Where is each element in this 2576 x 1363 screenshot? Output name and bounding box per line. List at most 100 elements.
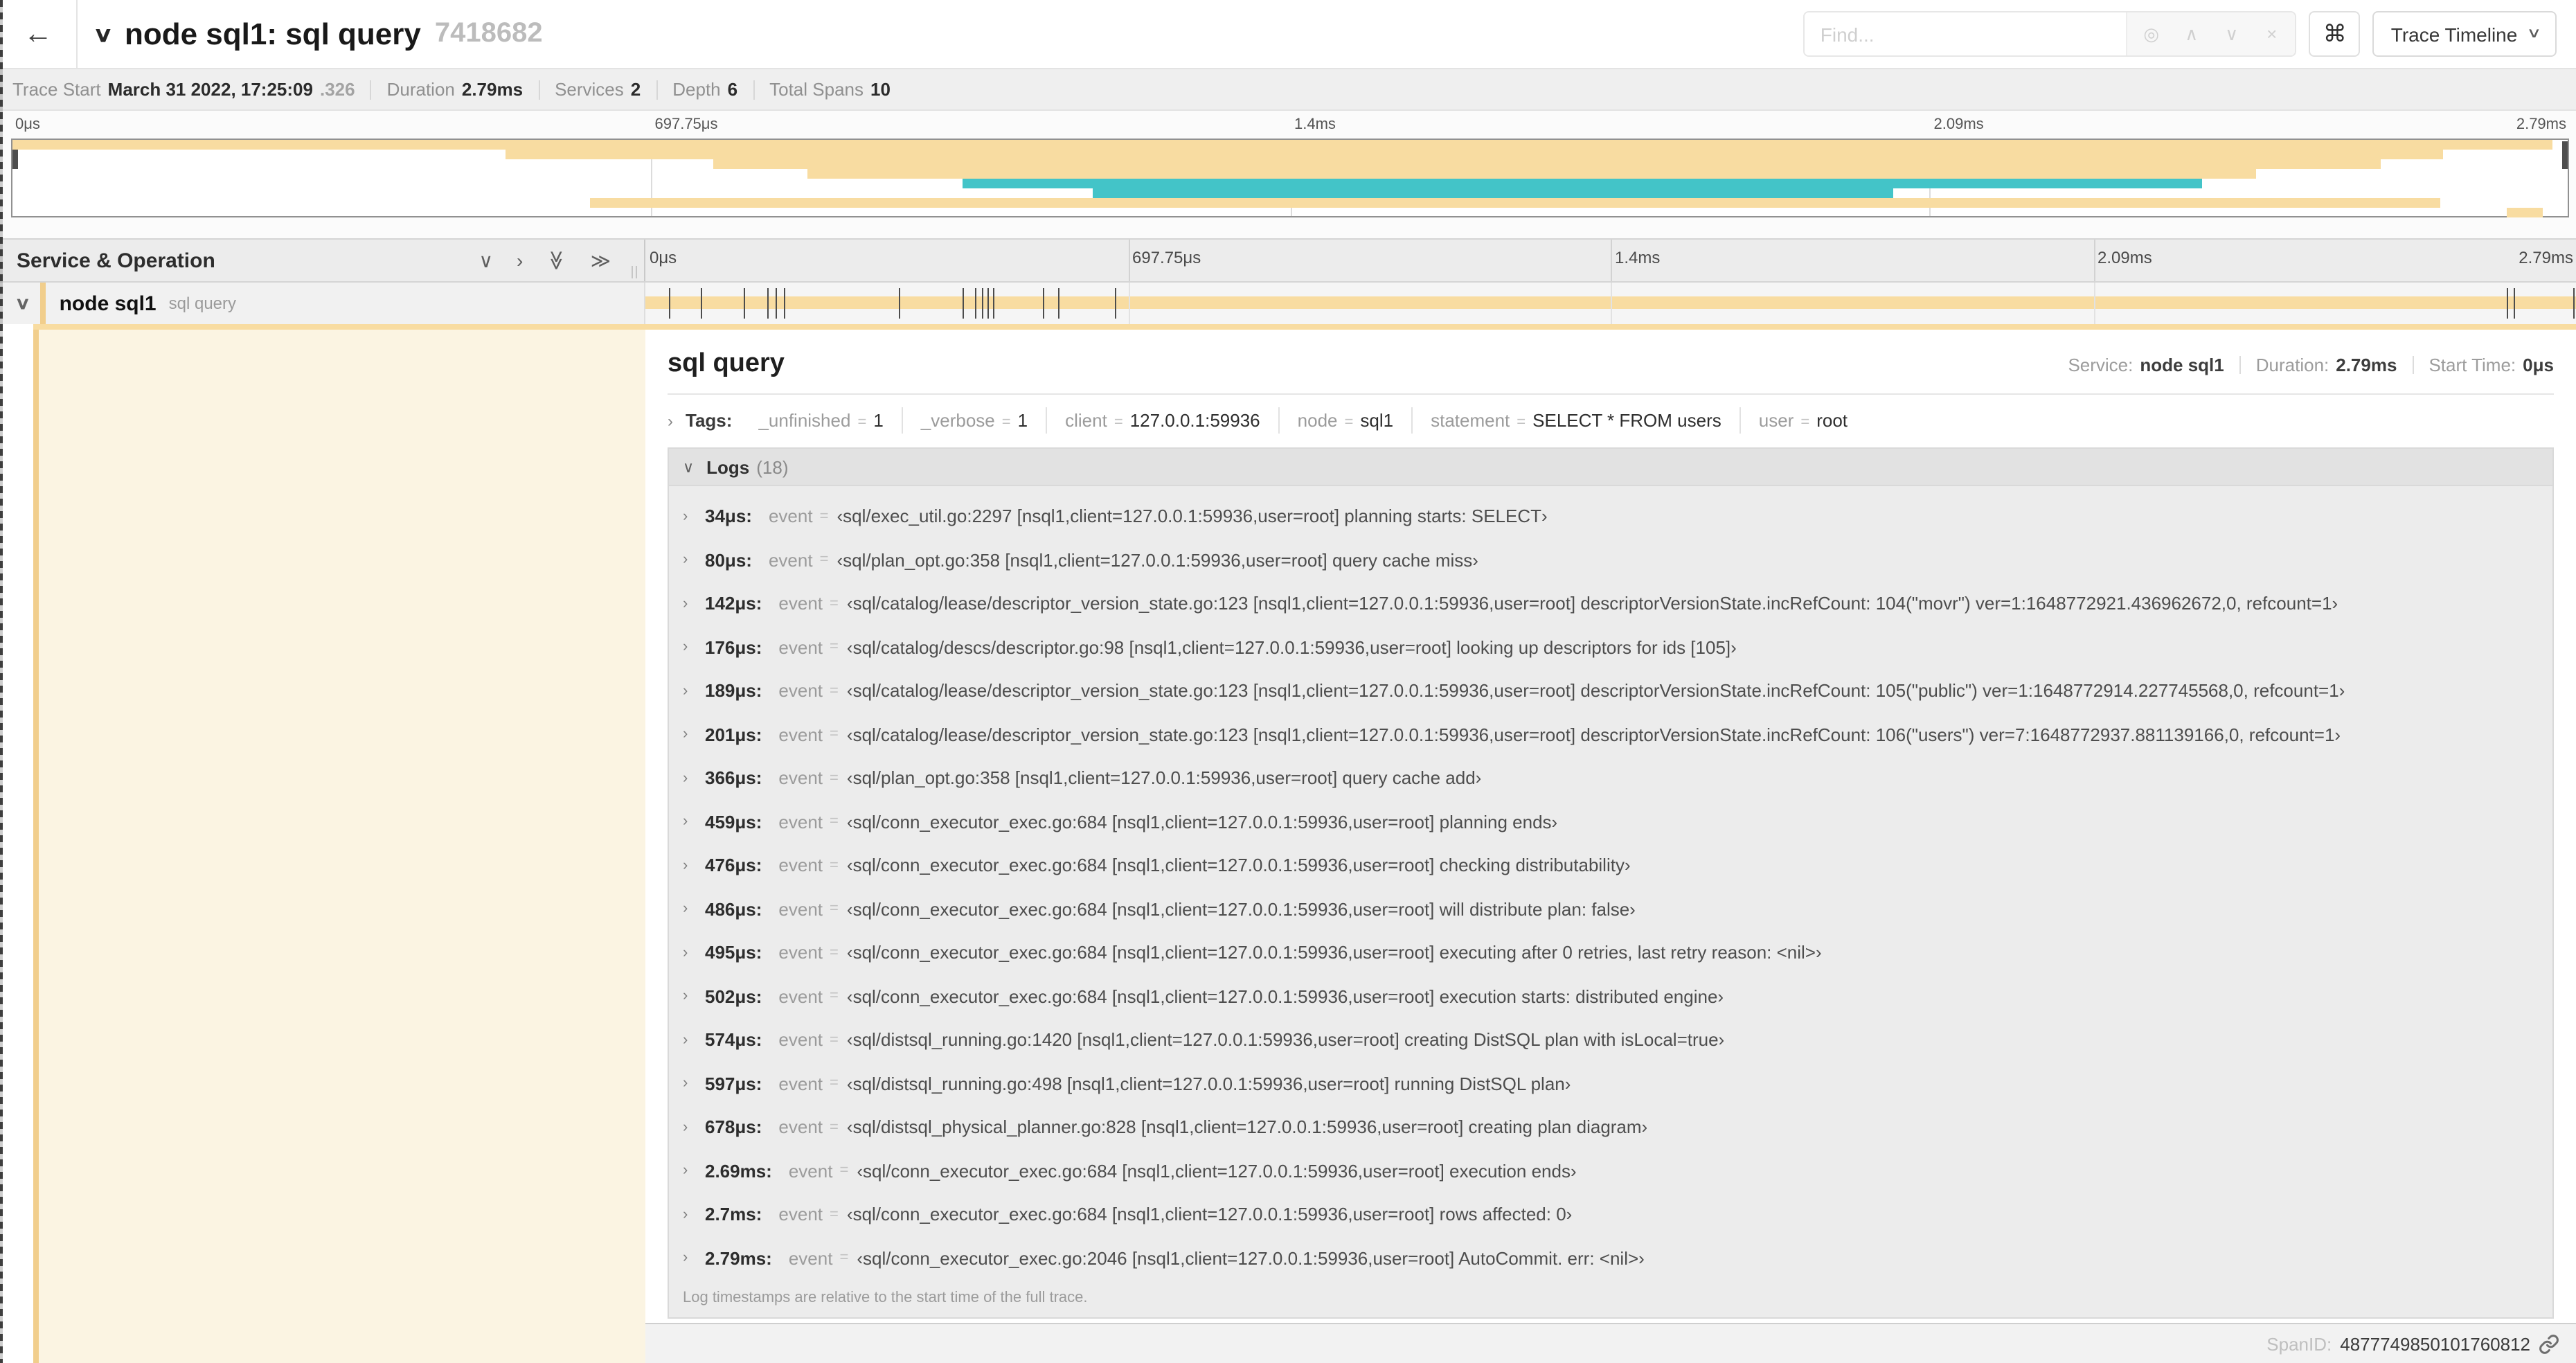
log-expand-icon[interactable]: › (683, 1206, 705, 1223)
expand-one-icon[interactable]: › (517, 251, 523, 270)
log-timestamp: 597μs: (705, 1073, 762, 1094)
tag-key: statement (1431, 410, 1510, 431)
log-row[interactable]: › 366μs: event = ‹sql/plan_opt.go:358 [nsql1… (669, 756, 2552, 800)
log-expand-icon[interactable]: › (683, 552, 705, 569)
log-expand-icon[interactable]: › (683, 770, 705, 787)
log-expand-icon[interactable]: › (683, 1119, 705, 1136)
expand-all-icon[interactable]: ≫ (591, 251, 611, 270)
find-input[interactable] (1805, 12, 2127, 55)
ruler-gridline (1128, 283, 1129, 324)
minimap-span-bar (12, 140, 2552, 150)
log-row[interactable]: › 486μs: event = ‹sql/conn_executor_exec.go:… (669, 887, 2552, 931)
find-prev-icon[interactable]: ∧ (2182, 23, 2201, 45)
find-next-icon[interactable]: ∨ (2222, 23, 2242, 45)
logs-collapse-icon[interactable]: ∨ (683, 458, 694, 476)
log-timestamp: 476μs: (705, 855, 762, 876)
log-event-key: event (778, 986, 823, 1007)
log-row[interactable]: › 34μs: event = ‹sql/exec_util.go:2297 [nsql… (669, 495, 2552, 538)
locate-icon[interactable]: ◎ (2142, 23, 2161, 45)
span-detail-tint (39, 330, 645, 1363)
log-timestamp: 2.79ms: (705, 1247, 772, 1269)
keyboard-shortcuts-button[interactable]: ⌘ (2309, 11, 2361, 57)
log-row[interactable]: › 678μs: event = ‹sql/distsql_physical_plann… (669, 1105, 2552, 1149)
log-row[interactable]: › 80μs: event = ‹sql/plan_opt.go:358 [nsql1,… (669, 538, 2552, 582)
log-expand-icon[interactable]: › (683, 596, 705, 612)
log-row[interactable]: › 189μs: event = ‹sql/catalog/lease/descript… (669, 669, 2552, 713)
trace-meta-bar: Trace Start March 31 2022, 17:25:09 .326 Du… (0, 68, 2576, 111)
find-clear-icon[interactable]: × (2262, 24, 2282, 44)
title-collapse-icon[interactable]: ∨ (93, 21, 114, 46)
log-marker-tick (776, 288, 778, 319)
log-expand-icon[interactable]: › (683, 988, 705, 1005)
tag-pill: _verbose = 1 (901, 407, 1046, 434)
log-row[interactable]: › 2.69ms: event = ‹sql/conn_executor_exec.go… (669, 1149, 2552, 1193)
tag-pill: node = sql1 (1278, 407, 1411, 434)
log-row[interactable]: › 574μs: event = ‹sql/distsql_running.go:142… (669, 1018, 2552, 1062)
meta-value: 2.79ms (461, 79, 524, 100)
span-tree-gutter (0, 330, 645, 1363)
log-expand-icon[interactable]: › (683, 1163, 705, 1179)
log-row[interactable]: › 597μs: event = ‹sql/distsql_running.go:498… (669, 1062, 2552, 1105)
log-timestamp: 2.7ms: (705, 1204, 762, 1225)
log-event-message: ‹sql/conn_executor_exec.go:684 [nsql1,cl… (846, 942, 1822, 963)
tag-value: SELECT * FROM users (1532, 410, 1721, 431)
log-row[interactable]: › 201μs: event = ‹sql/catalog/lease/descript… (669, 713, 2552, 756)
log-expand-icon[interactable]: › (683, 857, 705, 874)
ruler-tick-label: 2.79ms (2516, 116, 2566, 133)
log-expand-icon[interactable]: › (683, 683, 705, 700)
tags-expand-icon[interactable]: › (668, 411, 673, 430)
link-icon[interactable] (2539, 1333, 2559, 1354)
equals-sign: = (819, 508, 829, 525)
log-expand-icon[interactable]: › (683, 1250, 705, 1267)
log-row[interactable]: › 2.7ms: event = ‹sql/conn_executor_exec.go:… (669, 1193, 2552, 1236)
collapse-one-icon[interactable]: ∨ (479, 251, 494, 270)
log-event-key: event (778, 593, 823, 614)
meta-separator (538, 80, 540, 99)
trace-view-selector[interactable]: Trace Timeline ∨ (2372, 11, 2557, 57)
log-expand-icon[interactable]: › (683, 1032, 705, 1049)
log-event-key: event (778, 855, 823, 876)
log-row[interactable]: › 502μs: event = ‹sql/conn_executor_exec.go:… (669, 974, 2552, 1018)
log-row[interactable]: › 476μs: event = ‹sql/conn_executor_exec.go:… (669, 844, 2552, 887)
minimap-span-bar (506, 150, 2443, 159)
log-expand-icon[interactable]: › (683, 945, 705, 961)
equals-sign: = (830, 857, 839, 874)
log-row[interactable]: › 142μs: event = ‹sql/catalog/lease/descript… (669, 582, 2552, 625)
log-expand-icon[interactable]: › (683, 901, 705, 918)
log-marker-tick (963, 288, 965, 319)
log-row[interactable]: › 459μs: event = ‹sql/conn_executor_exec.go:… (669, 800, 2552, 844)
left-edge-line (0, 0, 3, 1363)
meta-separator (753, 80, 755, 99)
log-expand-icon[interactable]: › (683, 814, 705, 830)
log-row[interactable]: › 495μs: event = ‹sql/conn_executor_exec.go:… (669, 931, 2552, 974)
log-event-message: ‹sql/catalog/lease/descriptor_version_st… (846, 680, 2345, 702)
log-event-message: ‹sql/exec_util.go:2297 [nsql1,client=127… (837, 506, 1548, 527)
tag-key: client (1065, 410, 1107, 431)
log-expand-icon[interactable]: › (683, 508, 705, 525)
log-marker-tick (784, 288, 786, 319)
log-timestamp: 201μs: (705, 724, 762, 745)
span-row-timeline-cell[interactable] (645, 283, 2576, 324)
tag-key: _unfinished (758, 410, 851, 431)
log-expand-icon[interactable]: › (683, 1076, 705, 1092)
timeline-header-left: Service & Operation ∨ › ≫ ≫ (0, 240, 645, 281)
equals-sign: = (1517, 414, 1526, 431)
logs-header[interactable]: ∨ Logs (18) (669, 449, 2552, 486)
tags-row[interactable]: › Tags: _unfinished = 1 _verbose = 1 client = 12… (645, 395, 2576, 447)
log-expand-icon[interactable]: › (683, 727, 705, 743)
collapse-all-icon[interactable]: ≫ (546, 250, 568, 270)
log-row[interactable]: › 2.79ms: event = ‹sql/conn_executor_exec.go… (669, 1236, 2552, 1280)
minimap-canvas[interactable] (11, 139, 2569, 217)
log-event-key: event (778, 942, 823, 963)
log-marker-tick (974, 288, 976, 319)
column-resizer-grip[interactable] (632, 266, 637, 278)
span-collapse-icon[interactable]: ∨ (15, 294, 30, 313)
span-row-name-cell[interactable]: ∨ node sql1 sql query (0, 283, 645, 324)
tag-pill: _unfinished = 1 (740, 407, 901, 434)
log-row[interactable]: › 176μs: event = ‹sql/catalog/descs/descript… (669, 625, 2552, 669)
trace-title-group[interactable]: ∨ node sql1: sql query 7418682 (93, 16, 542, 52)
log-expand-icon[interactable]: › (683, 639, 705, 656)
back-button[interactable]: ← (0, 0, 78, 68)
overview-label: Duration: (2255, 355, 2329, 375)
minimap-right-scrubber[interactable] (2562, 141, 2568, 169)
